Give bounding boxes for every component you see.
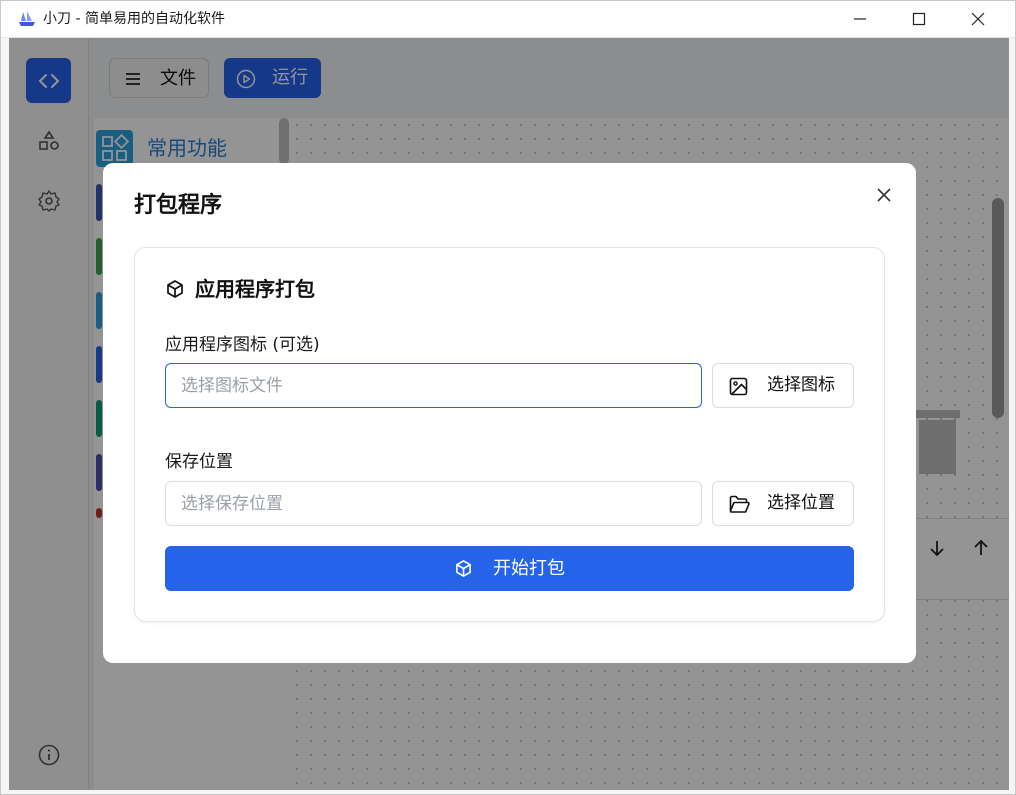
icon-file-input[interactable] xyxy=(165,363,702,408)
package-dialog: 打包程序 应用程序打包 应用程序图标 (可选) 选择图标 保存位置 选择位置 开… xyxy=(103,163,916,663)
maximize-button[interactable] xyxy=(890,1,948,37)
dialog-title: 打包程序 xyxy=(134,193,223,218)
choose-location-button[interactable]: 选择位置 xyxy=(712,481,854,526)
close-icon xyxy=(971,12,985,26)
choose-icon-label: 选择图标 xyxy=(767,375,835,395)
choose-location-label: 选择位置 xyxy=(767,493,835,513)
icon-field-label: 应用程序图标 (可选) xyxy=(165,335,320,355)
window-close-button[interactable] xyxy=(949,1,1007,37)
close-icon xyxy=(877,188,891,202)
window-title: 小刀 - 简单易用的自动化软件 xyxy=(43,11,225,27)
card-title: 应用程序打包 xyxy=(195,277,315,301)
choose-icon-button[interactable]: 选择图标 xyxy=(712,363,854,408)
app-window: 小刀 - 简单易用的自动化软件 文件 运行 常用功能 打包程序 应用程序打包 应… xyxy=(0,0,1016,795)
package-icon xyxy=(456,560,471,577)
location-field-label: 保存位置 xyxy=(165,452,233,472)
maximize-icon xyxy=(912,12,926,26)
save-location-input[interactable] xyxy=(165,481,702,526)
package-card: 应用程序打包 应用程序图标 (可选) 选择图标 保存位置 选择位置 开始打包 xyxy=(134,247,885,622)
start-package-label: 开始打包 xyxy=(493,558,565,579)
image-icon xyxy=(729,377,748,396)
start-package-button[interactable]: 开始打包 xyxy=(165,546,854,591)
dialog-close-button[interactable] xyxy=(872,183,896,207)
minimize-button[interactable] xyxy=(831,1,889,37)
title-bar: 小刀 - 简单易用的自动化软件 xyxy=(1,1,1015,38)
package-icon xyxy=(167,280,183,298)
app-logo-icon xyxy=(19,11,35,26)
minimize-icon xyxy=(854,18,866,20)
folder-open-icon xyxy=(729,495,750,513)
